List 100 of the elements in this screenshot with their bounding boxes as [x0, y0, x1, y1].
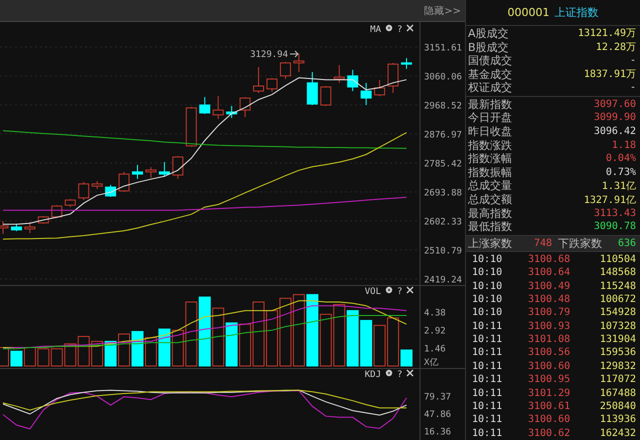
peak-label: 3129.94: [250, 50, 288, 60]
help-icon[interactable]: ?: [397, 25, 402, 35]
candlestick: [51, 204, 62, 219]
declining-count: 636: [616, 238, 636, 249]
tick-price: 3100.64: [528, 267, 572, 278]
field-value: -: [630, 82, 636, 94]
candlestick: [320, 86, 332, 106]
volume-bar: [360, 320, 372, 366]
tick-time: 10:11: [472, 347, 504, 358]
field-label: 昨日收盘: [468, 124, 512, 140]
tick-price: 3100.56: [528, 347, 572, 358]
close-icon[interactable]: [406, 369, 414, 377]
candlestick: [105, 184, 116, 198]
help-icon[interactable]: ?: [397, 287, 402, 297]
hide-panel-button[interactable]: 隐藏>>: [422, 2, 463, 18]
price-axis-label: 2785.42: [424, 159, 462, 170]
settings-icon[interactable]: [386, 370, 392, 376]
volume-bar: [37, 348, 50, 366]
tick-price: 3100.61: [528, 401, 572, 412]
tick-price: 3100.68: [528, 254, 572, 265]
volume-bar: [0, 347, 9, 366]
candlestick: [132, 164, 143, 180]
volume-bar: [104, 340, 117, 366]
candlestick: [360, 82, 372, 106]
tick-price: 3100.49: [528, 280, 572, 292]
price-axis-label: 2876.97: [424, 130, 462, 140]
volume-bar: [374, 324, 386, 366]
candlestick: [388, 62, 399, 94]
tick-volume: 131904: [598, 334, 636, 346]
close-icon[interactable]: [406, 24, 414, 32]
field-value: 3096.42: [594, 126, 636, 138]
candlestick: [401, 58, 412, 70]
tick-volume: 129832: [598, 360, 636, 372]
candlestick: [78, 182, 90, 201]
tick-volume: 159536: [598, 347, 636, 358]
indicator-label[interactable]: MA: [370, 25, 381, 35]
candlestick: [347, 69, 358, 92]
volume-bar: [266, 310, 278, 366]
price-axis-label: 3151.61: [424, 43, 462, 54]
volume-bar: [226, 322, 238, 366]
price-axis-label: 2693.88: [424, 188, 462, 198]
volume-bar: [212, 308, 224, 366]
tick-volume: 167488: [598, 388, 636, 399]
volume-bar: [333, 304, 346, 366]
field-value: 0.73%: [606, 166, 636, 178]
volume-bar: [50, 348, 63, 366]
tick-time: 10:10: [472, 294, 504, 305]
tick-volume: 110504: [598, 254, 636, 265]
field-value: 1837.91万: [584, 68, 636, 82]
close-icon[interactable]: [406, 286, 414, 294]
volume-bar: [118, 334, 130, 366]
candlestick: [186, 106, 197, 148]
volume-bar: [158, 328, 170, 366]
field-label: 今日开盘: [468, 110, 512, 126]
volume-bar: [144, 337, 157, 366]
candlestick: [118, 171, 130, 192]
candlestick: [92, 180, 103, 190]
tick-time: 10:11: [472, 401, 504, 412]
tick-time: 10:10: [472, 280, 504, 292]
field-value: -: [630, 55, 636, 66]
help-icon[interactable]: ?: [397, 370, 402, 380]
field-label: 权证成交: [468, 80, 512, 96]
volume-axis-label: 4.38: [424, 308, 446, 319]
tick-volume: 154928: [598, 307, 636, 318]
field-label: 国债成交: [468, 53, 512, 68]
tick-time: 10:11: [472, 360, 504, 372]
field-value: 3097.60: [594, 98, 636, 110]
field-value: 3099.90: [594, 112, 636, 124]
field-label: 总成交额: [468, 192, 512, 208]
candlestick: [172, 156, 184, 180]
tick-volume: 117072: [598, 374, 636, 386]
volume-bar: [24, 347, 36, 366]
field-value: 3090.78: [594, 221, 636, 232]
settings-icon[interactable]: [386, 286, 392, 294]
field-value: 0.04%: [606, 153, 636, 164]
candlestick: [10, 223, 22, 232]
volume-bar: [64, 343, 76, 366]
field-label: A股成交: [468, 26, 509, 41]
volume-axis-label: 2.92: [424, 326, 446, 337]
settings-icon[interactable]: [386, 24, 392, 32]
tick-volume: 115248: [598, 280, 636, 292]
tick-volume: 148568: [598, 267, 636, 278]
volume-bar: [198, 296, 211, 366]
field-label: 总成交量: [468, 178, 512, 194]
candlestick: [280, 61, 291, 80]
volume-bar: [132, 331, 144, 366]
tick-price: 3100.48: [528, 294, 572, 305]
field-label: 最新指数: [468, 96, 512, 112]
indicator-label[interactable]: VOL: [364, 287, 381, 297]
stock-name: 上证指数: [554, 4, 598, 20]
candlestick: [240, 96, 251, 118]
tick-volume: 107328: [598, 320, 636, 332]
tick-time: 10:11: [472, 334, 504, 346]
indicator-label[interactable]: KDJ: [364, 370, 381, 380]
candlestick: [145, 166, 156, 178]
price-axis-label: 2602.33: [424, 217, 462, 228]
price-axis-label: 2968.52: [424, 101, 462, 112]
stock-code: 000001: [508, 6, 550, 19]
field-value: 1327.91亿: [584, 194, 636, 207]
tick-price: 3100.93: [528, 320, 572, 332]
